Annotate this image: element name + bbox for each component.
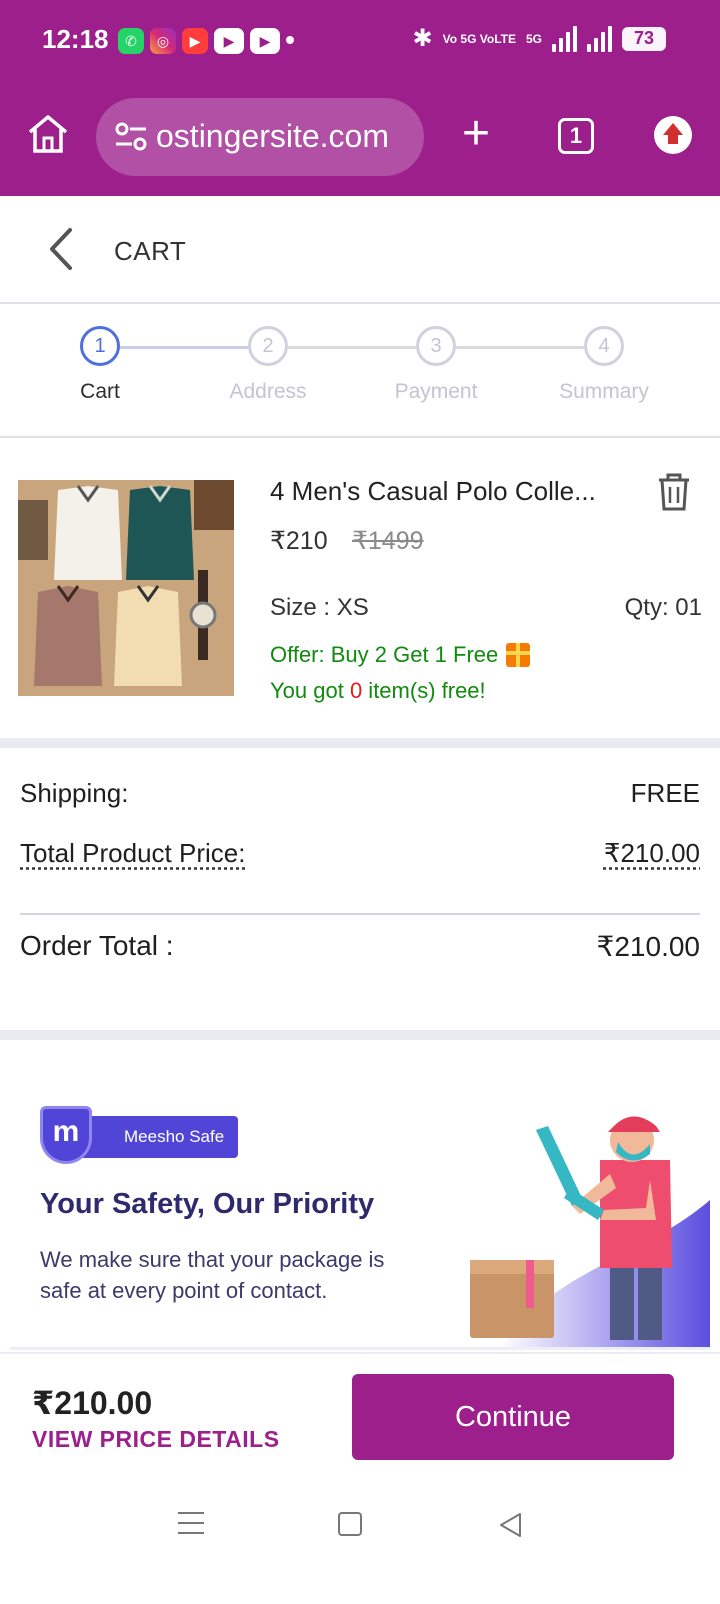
bottom-total-price: ₹210.00	[32, 1385, 153, 1421]
product-qty[interactable]: Qty: 01	[625, 594, 702, 622]
product-image[interactable]	[18, 480, 234, 696]
step-label: Cart	[80, 380, 120, 403]
volte-label: Vo 5G VoLTE	[442, 31, 516, 46]
youtube-icon-2: ▶	[250, 28, 280, 54]
product-price: ₹210	[270, 527, 328, 555]
trash-icon	[659, 473, 689, 511]
back-button[interactable]	[40, 224, 84, 274]
update-icon[interactable]	[654, 116, 692, 154]
step-summary: 4 Summary	[534, 326, 674, 404]
product-size[interactable]: Size : XS	[270, 594, 369, 622]
video-app-icon: ▶	[182, 28, 208, 54]
price-summary: Shipping: FREE Total Product Price: ₹210…	[0, 748, 720, 1028]
safe-description: We make sure that your package is safe a…	[40, 1247, 385, 1303]
page-title: CART	[114, 236, 187, 266]
site-settings-icon[interactable]	[114, 122, 148, 152]
free-prefix: You got	[270, 678, 350, 703]
summary-divider	[20, 913, 700, 915]
step-number: 4	[584, 326, 624, 366]
remove-item-button[interactable]	[656, 472, 692, 512]
bluetooth-icon: ✱	[412, 25, 433, 52]
notification-icons: ✆ ◎ ▶ ▶ ▶	[118, 28, 280, 54]
back-nav-button[interactable]	[498, 1512, 524, 1538]
offer-text: Offer: Buy 2 Get 1 Free	[270, 642, 531, 668]
shipping-label: Shipping:	[20, 778, 129, 808]
offer-label: Offer: Buy 2 Get 1 Free	[270, 642, 499, 667]
chevron-left-icon	[50, 228, 72, 270]
url-bar[interactable]: ostingersite.com	[96, 98, 424, 176]
whatsapp-icon: ✆	[118, 28, 144, 54]
recent-apps-button[interactable]	[178, 1512, 204, 1534]
free-count: 0	[349, 678, 363, 703]
home-button[interactable]	[26, 112, 70, 156]
shield-logo-icon: m	[40, 1106, 92, 1164]
order-total-label: Order Total :	[20, 930, 174, 961]
meesho-safe-banner: Meesho Safe m Your Safety, Our Priority …	[10, 1070, 710, 1350]
free-suffix: item(s) free!	[362, 678, 486, 703]
battery-icon: 73	[622, 26, 666, 51]
safe-title: Your Safety, Our Priority	[40, 1188, 375, 1220]
product-mrp: ₹1499	[352, 527, 424, 555]
safe-badge-label: Meesho Safe	[68, 1116, 238, 1158]
continue-button[interactable]: Continue	[352, 1374, 674, 1460]
signal-icon-2	[587, 25, 612, 52]
status-right: ✱ Vo 5G VoLTE 5G 73	[413, 24, 666, 53]
tab-switcher-button[interactable]: 1	[558, 118, 594, 154]
step-label: Summary	[559, 380, 649, 403]
top-chrome: 12:18 ✆ ◎ ▶ ▶ ▶ ✱ Vo 5G VoLTE 5G 73 osti…	[0, 0, 720, 196]
browser-toolbar: ostingersite.com + 1	[0, 92, 720, 182]
gift-icon	[506, 643, 531, 667]
polo-shirts-image	[18, 480, 234, 696]
free-items-text: You got 0 item(s) free!	[270, 678, 486, 704]
safe-badge: Meesho Safe m	[40, 1106, 238, 1164]
url-text[interactable]: ostingersite.com	[156, 118, 418, 155]
product-price-value[interactable]: ₹210.00	[604, 838, 700, 869]
cart-item: 4 Men's Casual Polo Colle... ₹210 ₹1499 …	[0, 438, 720, 738]
step-cart: 1 Cart	[30, 326, 170, 404]
checkout-stepper: 1 Cart 2 Address 3 Payment 4 Summary	[0, 304, 720, 438]
delivery-person-illustration	[470, 1116, 710, 1347]
step-label: Address	[229, 380, 307, 403]
android-nav-bar	[0, 1492, 720, 1604]
signal-icon	[552, 25, 577, 52]
step-number: 2	[248, 326, 288, 366]
page-header: CART	[0, 196, 720, 304]
section-divider	[0, 738, 720, 748]
step-number: 1	[80, 326, 120, 366]
view-price-details-link[interactable]: VIEW PRICE DETAILS	[32, 1426, 280, 1453]
status-time: 12:18	[42, 24, 109, 54]
home-nav-button[interactable]	[338, 1512, 362, 1536]
section-divider	[0, 1030, 720, 1040]
step-number: 3	[416, 326, 456, 366]
step-payment: 3 Payment	[366, 326, 506, 404]
step-label: Payment	[394, 380, 478, 403]
status-bar: 12:18 ✆ ◎ ▶ ▶ ▶ ✱ Vo 5G VoLTE 5G 73	[0, 0, 720, 80]
more-notifications-dot	[286, 36, 294, 44]
triangle-back-icon	[500, 1513, 521, 1537]
new-tab-button[interactable]: +	[454, 110, 498, 158]
shipping-value: FREE	[630, 778, 700, 808]
step-address: 2 Address	[198, 326, 338, 404]
home-icon	[28, 115, 68, 153]
network-type: 5G	[525, 31, 542, 46]
order-total-value: ₹210.00	[596, 931, 700, 962]
instagram-icon: ◎	[150, 28, 176, 54]
youtube-icon: ▶	[214, 28, 244, 54]
product-title[interactable]: 4 Men's Casual Polo Colle...	[270, 476, 596, 507]
product-price-label[interactable]: Total Product Price:	[20, 838, 245, 869]
checkout-bar: ₹210.00 VIEW PRICE DETAILS Continue	[0, 1352, 720, 1492]
